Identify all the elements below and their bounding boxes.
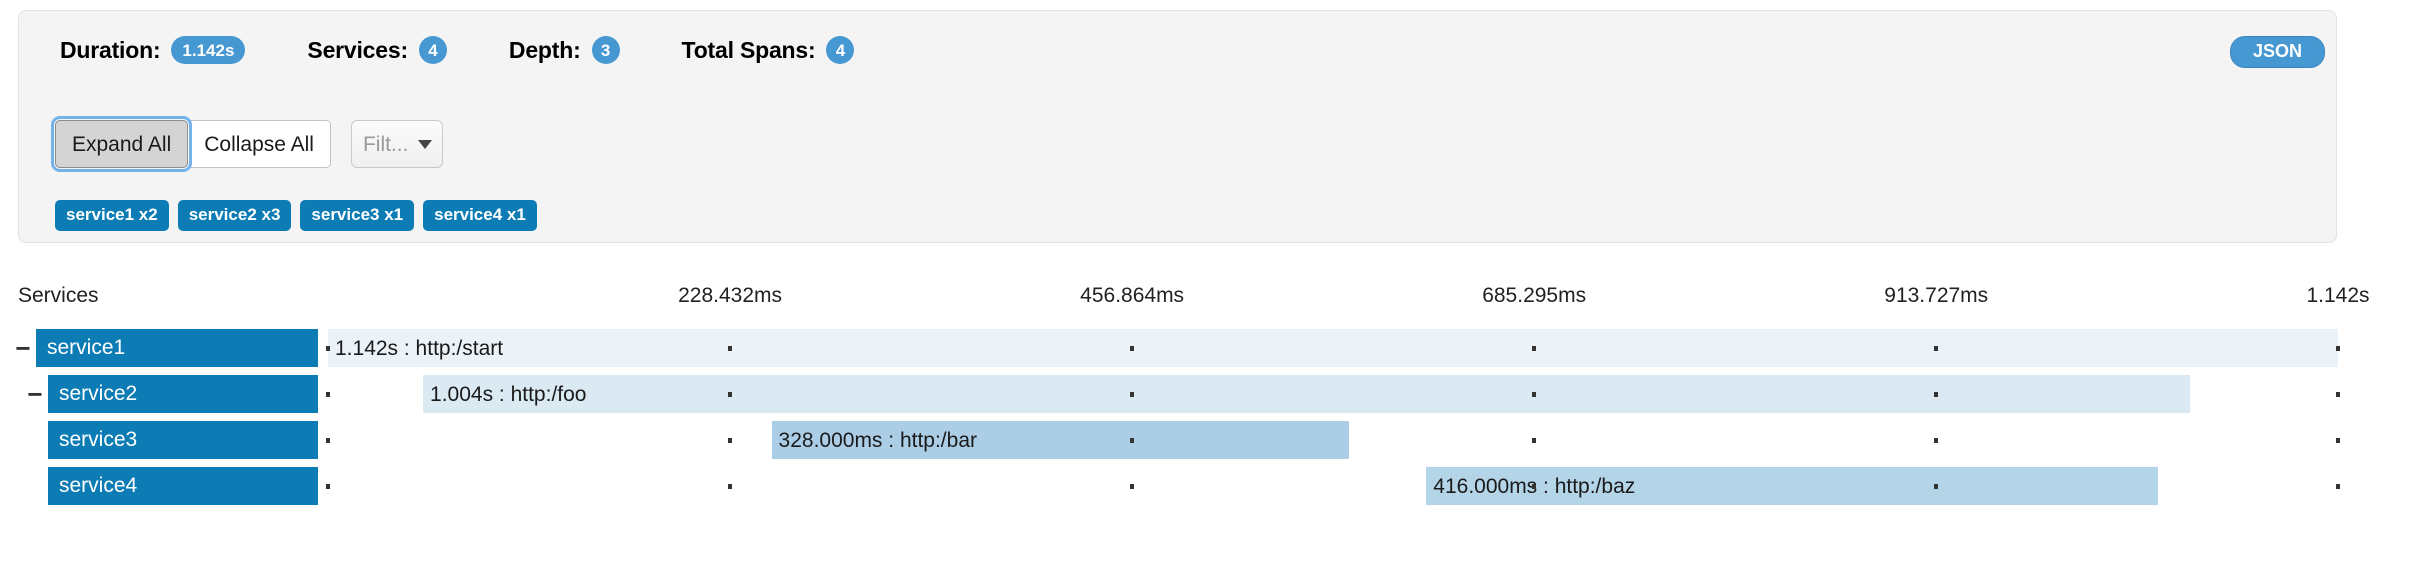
- grid-tick-dot: [2336, 438, 2340, 443]
- json-button[interactable]: JSON: [2229, 36, 2325, 68]
- expand-collapse-button-group: Expand All Collapse All: [50, 116, 331, 172]
- axis-tick-label: 1.142s: [2306, 284, 2370, 307]
- summary-item-totalspans: Total Spans: 4: [682, 36, 855, 64]
- timeline-rows: − service1 1.142s : http:/start − service2 1.…: [0, 329, 2410, 505]
- summary-item-value: 3: [591, 36, 620, 64]
- trace-summary-panel: Duration: 1.142s Services: 4 Depth: 3 Total Sp…: [18, 10, 2337, 243]
- summary-items: Duration: 1.142s Services: 4 Depth: 3 Total Sp…: [19, 36, 916, 64]
- collapse-toggle-icon[interactable]: −: [24, 375, 46, 413]
- span-bar-area: 328.000ms : http:/bar: [326, 421, 2410, 459]
- service-name-cell-service1[interactable]: service1: [36, 329, 318, 367]
- services-column-header: Services: [18, 284, 99, 307]
- timeline-row[interactable]: service4 416.000ms : http:/baz: [0, 467, 2410, 505]
- trace-timeline: Services 228.432ms 456.864ms 685.295ms 913.…: [0, 285, 2410, 513]
- grid-tick-dot: [326, 484, 330, 489]
- span-label: 328.000ms : http:/bar: [778, 428, 977, 452]
- timeline-axis-header: Services 228.432ms 456.864ms 685.295ms 913.…: [0, 285, 2410, 321]
- grid-tick-dot: [1532, 438, 1537, 443]
- collapse-all-button[interactable]: Collapse All: [188, 120, 331, 168]
- service-name-cell-service2[interactable]: service2: [48, 375, 318, 413]
- controls-row: Expand All Collapse All Filt...: [19, 116, 443, 172]
- expand-all-button[interactable]: Expand All: [50, 116, 193, 172]
- grid-tick-dot: [2336, 346, 2340, 351]
- grid-tick-dot: [1532, 392, 1537, 397]
- grid-tick-dot: [1532, 346, 1537, 351]
- grid-tick-dot: [1130, 438, 1135, 443]
- service-badge-service4[interactable]: service4 x1: [423, 200, 537, 231]
- span-bar-area: 416.000ms : http:/baz: [326, 467, 2410, 505]
- axis-tick-label: 685.295ms: [1482, 284, 1587, 307]
- grid-tick-dot: [1532, 484, 1537, 489]
- axis-tick-label: 913.727ms: [1884, 284, 1989, 307]
- timeline-row[interactable]: − service2 1.004s : http:/foo: [0, 375, 2410, 413]
- span-bar-service1[interactable]: 1.142s : http:/start: [328, 329, 2338, 367]
- grid-tick-dot: [1934, 484, 1939, 489]
- timeline-row[interactable]: service3 328.000ms : http:/bar: [0, 421, 2410, 459]
- span-bar-service2[interactable]: 1.004s : http:/foo: [423, 375, 2191, 413]
- summary-item-services: Services: 4: [307, 36, 447, 64]
- timeline-row[interactable]: − service1 1.142s : http:/start: [0, 329, 2410, 367]
- grid-tick-dot: [1130, 392, 1135, 397]
- grid-tick-dot: [728, 392, 733, 397]
- summary-item-label: Duration:: [60, 36, 161, 63]
- grid-tick-dot: [728, 484, 733, 489]
- span-bar-area: 1.004s : http:/foo: [326, 375, 2410, 413]
- filter-select[interactable]: Filt...: [350, 120, 443, 168]
- summary-item-value: 4: [826, 36, 855, 64]
- collapse-toggle-icon[interactable]: −: [12, 329, 34, 367]
- span-label: 1.004s : http:/foo: [430, 382, 587, 406]
- service-badge-service1[interactable]: service1 x2: [55, 200, 169, 231]
- service-badge-service3[interactable]: service3 x1: [300, 200, 415, 231]
- grid-tick-dot: [728, 346, 733, 351]
- span-bar-area: 1.142s : http:/start: [326, 329, 2410, 367]
- grid-tick-dot: [2336, 484, 2340, 489]
- span-bar-service3[interactable]: 328.000ms : http:/bar: [771, 421, 1349, 459]
- axis-tick-label: 228.432ms: [678, 284, 782, 307]
- chevron-down-icon: [417, 139, 432, 149]
- service-badge-service2[interactable]: service2 x3: [177, 200, 292, 231]
- summary-item-label: Total Spans:: [681, 36, 816, 63]
- summary-item-label: Services:: [307, 36, 408, 63]
- span-label: 1.142s : http:/start: [335, 336, 504, 360]
- grid-tick-dot: [1130, 484, 1135, 489]
- grid-tick-dot: [2336, 392, 2340, 397]
- service-name-cell-service3[interactable]: service3: [48, 421, 318, 459]
- grid-tick-dot: [1934, 438, 1939, 443]
- grid-tick-dot: [1934, 392, 1939, 397]
- summary-item-duration: Duration: 1.142s: [60, 36, 246, 64]
- axis-tick-label: 456.864ms: [1080, 284, 1185, 307]
- summary-stats-row: Duration: 1.142s Services: 4 Depth: 3 Total Sp…: [19, 11, 2336, 89]
- service-badge-row: service1 x2 service2 x3 service3 x1 service…: [55, 200, 546, 231]
- grid-tick-dot: [326, 392, 330, 397]
- grid-tick-dot: [326, 346, 330, 351]
- grid-tick-dot: [728, 438, 733, 443]
- grid-tick-dot: [326, 438, 330, 443]
- span-label: 416.000ms : http:/baz: [1433, 474, 1636, 498]
- filter-select-value: Filt...: [362, 133, 409, 155]
- summary-item-value: 1.142s: [171, 36, 246, 64]
- summary-item-label: Depth:: [508, 36, 581, 63]
- summary-item-depth: Depth: 3: [509, 36, 620, 64]
- grid-tick-dot: [1130, 346, 1135, 351]
- service-name-cell-service4[interactable]: service4: [48, 467, 318, 505]
- summary-item-value: 4: [418, 36, 447, 64]
- grid-tick-dot: [1934, 346, 1939, 351]
